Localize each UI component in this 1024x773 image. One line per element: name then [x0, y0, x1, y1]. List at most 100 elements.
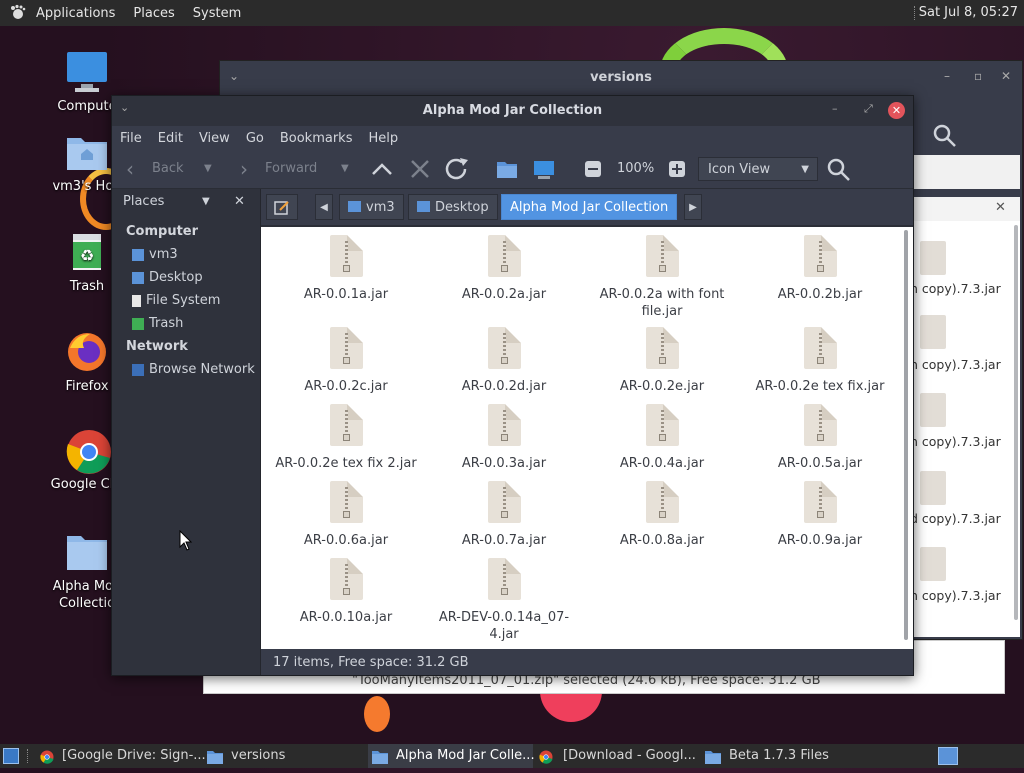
alpha-mod-window[interactable]: ⌄ Alpha Mod Jar Collection – ⤢ ✕ File Ed…: [111, 95, 914, 676]
workspace-switcher[interactable]: [938, 747, 958, 765]
menu-file[interactable]: File: [112, 131, 150, 146]
menu-help[interactable]: Help: [360, 131, 406, 146]
sidebar-item-browse-network[interactable]: Browse Network: [132, 362, 255, 377]
file-item[interactable]: AR-0.0.10a.jar: [271, 558, 421, 626]
breadcrumb-vm3[interactable]: vm3: [339, 194, 404, 220]
forward-history-dropdown[interactable]: ▼: [341, 150, 349, 188]
clock[interactable]: Sat Jul 8, 05:27: [919, 0, 1018, 26]
search-icon[interactable]: [826, 150, 852, 188]
minimize-button[interactable]: –: [832, 102, 838, 115]
file-item[interactable]: AR-0.0.2e tex fix 2.jar: [271, 404, 421, 472]
jar-file-icon: [645, 404, 679, 446]
file-item[interactable]: AR-0.0.2a.jar: [429, 235, 579, 303]
sidebar-item-vm3[interactable]: vm3: [132, 247, 178, 262]
title-bar[interactable]: ⌄ Alpha Mod Jar Collection – ⤢ ✕: [112, 96, 913, 126]
toolbar-area: [910, 155, 1020, 189]
file-item[interactable]: AR-0.0.3a.jar: [429, 404, 579, 472]
file-name: AR-0.0.2c.jar: [304, 379, 388, 394]
places-sidebar: Places ▼ ✕ Computer vm3 Desktop File Sys…: [112, 189, 261, 675]
window-menu-button[interactable]: ⌄: [229, 69, 239, 83]
sidebar-item-trash[interactable]: Trash: [132, 316, 183, 331]
taskbar-button[interactable]: Alpha Mod Jar Colle...: [368, 744, 535, 768]
menu-bookmarks[interactable]: Bookmarks: [272, 131, 361, 146]
gnome-foot-icon[interactable]: [9, 4, 27, 22]
file-label[interactable]: d copy).7.3.jar: [910, 511, 1020, 526]
breadcrumb-alpha-mod[interactable]: Alpha Mod Jar Collection: [501, 194, 678, 220]
jar-file-icon: [645, 481, 679, 523]
file-item[interactable]: AR-0.0.9a.jar: [745, 481, 895, 549]
file-label[interactable]: n copy).7.3.jar: [910, 357, 1020, 372]
taskbar-button[interactable]: Beta 1.7.3 Files: [701, 744, 861, 768]
close-tab-icon[interactable]: ✕: [995, 200, 1006, 215]
file-name: AR-0.0.2a.jar: [461, 287, 547, 302]
menu-bar: File Edit View Go Bookmarks Help: [112, 126, 913, 150]
scrollbar-thumb[interactable]: [904, 230, 908, 640]
file-label[interactable]: h copy).7.3.jar: [910, 281, 1020, 296]
taskbar-button[interactable]: versions: [203, 744, 368, 768]
file-item[interactable]: AR-0.0.7a.jar: [429, 481, 579, 549]
file-item[interactable]: AR-0.0.6a.jar: [271, 481, 421, 549]
file-item[interactable]: AR-0.0.1a.jar: [271, 235, 421, 303]
taskbar-button[interactable]: [Download - Googl...: [535, 744, 700, 768]
maximize-button[interactable]: ▫: [974, 69, 982, 83]
file-item[interactable]: AR-0.0.8a.jar: [587, 481, 737, 549]
close-button[interactable]: ✕: [888, 102, 905, 119]
reload-icon[interactable]: [444, 150, 470, 188]
up-icon[interactable]: [370, 150, 394, 188]
minimize-button[interactable]: –: [944, 69, 950, 83]
sidebar-title[interactable]: Places: [123, 189, 164, 215]
zoom-in-icon[interactable]: [668, 150, 686, 188]
file-item[interactable]: AR-0.0.2c.jar: [271, 327, 421, 395]
file-label[interactable]: n copy).7.3.jar: [910, 588, 1020, 603]
edit-location-button[interactable]: [266, 194, 298, 220]
view-mode-select[interactable]: Icon View ▼: [698, 157, 818, 181]
file-item[interactable]: AR-DEV-0.0.14a_07-4.jar: [429, 558, 579, 643]
show-desktop-icon[interactable]: [3, 748, 19, 764]
close-button[interactable]: ✕: [1001, 69, 1011, 83]
crumb-scroll-left[interactable]: ◀: [315, 194, 333, 220]
folder-icon: [372, 749, 388, 764]
menu-edit[interactable]: Edit: [150, 131, 191, 146]
back-history-dropdown[interactable]: ▼: [204, 150, 212, 188]
file-item[interactable]: AR-0.0.2e tex fix.jar: [745, 327, 895, 395]
close-sidebar-icon[interactable]: ✕: [234, 189, 245, 215]
file-item[interactable]: AR-0.0.4a.jar: [587, 404, 737, 472]
taskbar-label: Alpha Mod Jar Colle...: [396, 748, 535, 763]
crumb-scroll-right[interactable]: ▶: [684, 194, 702, 220]
file-grid[interactable]: AR-0.0.1a.jar AR-0.0.2a.jar AR-0.0.2a with…: [261, 227, 901, 649]
stop-icon[interactable]: [410, 150, 430, 188]
file-item[interactable]: AR-0.0.2e.jar: [587, 327, 737, 395]
wallpaper-blob: [364, 696, 390, 732]
file-item[interactable]: AR-0.0.2a with font file.jar: [587, 235, 737, 320]
zoom-out-icon[interactable]: [584, 150, 602, 188]
file-item[interactable]: AR-0.0.2d.jar: [429, 327, 579, 395]
breadcrumb-desktop[interactable]: Desktop: [408, 194, 498, 220]
menu-system[interactable]: System: [184, 6, 250, 21]
menu-places[interactable]: Places: [124, 6, 183, 21]
back-button[interactable]: Back: [152, 150, 184, 188]
menu-go[interactable]: Go: [238, 131, 272, 146]
svg-text:♻: ♻: [80, 246, 94, 265]
sidebar-item-filesystem[interactable]: File System: [132, 293, 220, 308]
forward-arrow-icon: ›: [240, 157, 248, 181]
menu-applications[interactable]: Applications: [27, 6, 124, 21]
chevron-down-icon[interactable]: ▼: [202, 189, 210, 215]
panel-separator: [27, 749, 28, 763]
firefox-icon: [65, 330, 109, 374]
taskbar-button[interactable]: [Google Drive: Sign-...: [36, 744, 206, 768]
sidebar-item-desktop[interactable]: Desktop: [132, 270, 203, 285]
maximize-button[interactable]: ⤢: [864, 102, 873, 116]
home-folder-icon[interactable]: [496, 150, 518, 188]
search-icon[interactable]: [932, 123, 958, 153]
home-folder-icon: [132, 248, 144, 261]
computer-icon[interactable]: [532, 150, 556, 188]
file-item[interactable]: AR-0.0.2b.jar: [745, 235, 895, 303]
taskbar-label: Beta 1.7.3 Files: [729, 748, 829, 763]
file-label[interactable]: n copy).7.3.jar: [910, 434, 1020, 449]
forward-button[interactable]: Forward: [265, 150, 317, 188]
scrollbar[interactable]: [1014, 225, 1018, 620]
file-item[interactable]: AR-0.0.5a.jar: [745, 404, 895, 472]
menu-view[interactable]: View: [191, 131, 238, 146]
sidebar-section-network: Network: [126, 339, 188, 354]
home-folder-icon: [65, 130, 109, 174]
